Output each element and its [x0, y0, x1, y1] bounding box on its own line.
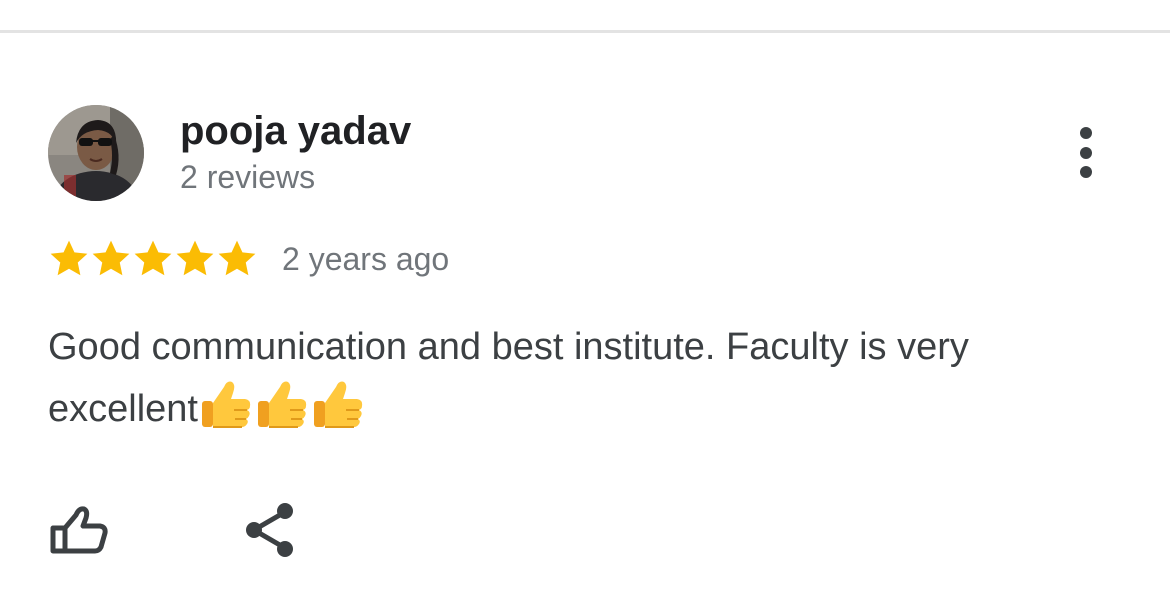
star-icon [50, 240, 88, 276]
rating-row: 2 years ago [48, 236, 449, 282]
star-icon [134, 240, 172, 276]
review-body: Good communication and best institute. F… [48, 326, 969, 430]
author-name[interactable]: pooja yadav [180, 108, 411, 154]
thumbs-up-emoji-icon [201, 381, 251, 428]
more-options-button[interactable] [1060, 124, 1112, 184]
star-icon [218, 240, 256, 276]
author-avatar[interactable] [48, 105, 144, 201]
more-vertical-icon [1080, 127, 1092, 178]
star-icon [92, 240, 130, 276]
share-button[interactable] [240, 500, 302, 560]
share-icon [246, 503, 293, 557]
star-icon [176, 240, 214, 276]
thumbs-up-emoji-icon [313, 381, 363, 428]
review-emojis [198, 377, 366, 431]
thumbs-up-emoji-icon [257, 381, 307, 428]
top-divider [0, 30, 1170, 33]
author-review-count: 2 reviews [180, 159, 316, 195]
star-rating [48, 238, 258, 280]
like-button[interactable] [48, 500, 112, 560]
thumb-up-icon [50, 506, 108, 554]
avatar-photo-icon [48, 105, 144, 201]
review-date: 2 years ago [282, 241, 450, 277]
review-text: Good communication and best institute. F… [48, 318, 1128, 439]
